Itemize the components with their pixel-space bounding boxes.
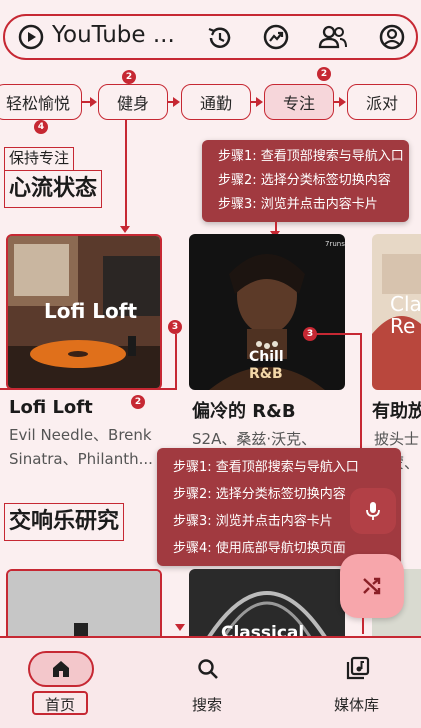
flow-connector [360, 333, 362, 448]
art-title: Cla [390, 292, 421, 316]
art-title: R&B [249, 366, 283, 382]
tooltip-step: 步骤1: 查看顶部搜索与导航入口 [173, 460, 359, 475]
step-badge: 2 [122, 70, 136, 84]
nav-divider [0, 636, 421, 638]
nav-home[interactable] [28, 651, 94, 687]
chip-workout[interactable]: 健身 [98, 84, 168, 120]
tooltip-step: 步骤3: 浏览并点击内容卡片 [218, 197, 378, 212]
album-art [8, 571, 160, 637]
playlist-card-classical-relax[interactable]: Cla Re [372, 234, 421, 390]
flow-arrowhead [175, 624, 185, 631]
playlist-card-row2[interactable] [6, 569, 162, 637]
flow-arrowhead [173, 97, 180, 107]
art-title: Lofi Loft [44, 299, 138, 323]
flow-arrowhead [90, 97, 97, 107]
art-title: Classical [221, 623, 305, 637]
tooltip-step: 步骤1: 查看顶部搜索与导航入口 [218, 149, 404, 164]
card-subtitle: S2A、桑兹·沃克、 [192, 430, 317, 448]
nav-library[interactable] [346, 656, 370, 684]
nav-label-library[interactable]: 媒体库 [334, 694, 379, 715]
flow-connector [0, 388, 176, 390]
flow-connector [125, 120, 127, 228]
search-icon [198, 659, 218, 679]
app-title: YouTube ... [52, 22, 175, 48]
flow-connector [175, 334, 177, 390]
chip-party[interactable]: 派对 [347, 84, 417, 120]
section-title: 心流状态 [4, 170, 103, 208]
step-badge: 3 [303, 327, 317, 341]
nav-search[interactable] [196, 657, 220, 685]
youtube-logo-icon[interactable] [17, 23, 45, 51]
step-badge: 2 [317, 67, 331, 81]
art-title: Chill [249, 349, 284, 365]
card-title: 有助放 [372, 401, 421, 422]
flow-connector [362, 618, 364, 634]
trending-icon[interactable] [262, 23, 290, 55]
step-badge: 3 [168, 320, 182, 334]
card-subtitle: Evil Needle、Brenk [9, 426, 152, 444]
chip-label: 轻松愉悦 [5, 94, 70, 113]
guide-tooltip: 步骤1: 查看顶部搜索与导航入口 步骤2: 选择分类标签切换内容 步骤3: 浏览… [202, 140, 409, 222]
chip-label: 派对 [365, 94, 398, 113]
chip-relaxed[interactable]: 轻松愉悦 [0, 84, 82, 120]
section-subtitle: 保持专注 [4, 147, 75, 171]
history-icon[interactable] [206, 24, 234, 56]
home-icon [53, 661, 69, 677]
playlist-card-classical[interactable]: Classical [189, 569, 345, 637]
flow-arrowhead [339, 97, 346, 107]
account-icon[interactable] [378, 23, 406, 55]
card-subtitle: 披头士 [374, 430, 420, 448]
playlist-card-lofi[interactable]: Lofi Loft [6, 234, 162, 390]
shuffle-button[interactable] [340, 554, 404, 618]
voice-search-button[interactable] [350, 488, 396, 534]
people-icon[interactable] [318, 23, 348, 55]
flow-arrowhead [256, 97, 263, 107]
step-badge: 2 [131, 395, 145, 409]
flow-arrowhead [120, 226, 130, 233]
art-title: Re [390, 314, 416, 338]
chip-commute[interactable]: 通勤 [181, 84, 251, 120]
nav-label-home[interactable]: 首页 [45, 694, 75, 715]
card-title: Lofi Loft [9, 397, 93, 418]
section-title: 交响乐研究 [4, 503, 125, 541]
mic-icon [366, 502, 380, 520]
playlist-card-chill-rnb[interactable]: 7runs Chill R&B [189, 234, 345, 390]
library-icon [346, 656, 370, 680]
card-title: 偏冷的 R&B [192, 401, 296, 422]
chip-focus[interactable]: 专注 [264, 84, 334, 120]
nav-label-search[interactable]: 搜索 [192, 694, 222, 715]
card-subtitle: Sinatra、Philanth... [9, 450, 153, 468]
chip-label: 专注 [282, 94, 315, 113]
step-badge: 4 [34, 120, 48, 134]
tooltip-step: 步骤2: 选择分类标签切换内容 [218, 173, 391, 188]
shuffle-icon [363, 577, 381, 595]
chip-label: 健身 [116, 94, 149, 113]
chip-label: 通勤 [199, 94, 232, 113]
flow-connector [316, 333, 362, 335]
corner-label: 7runs [325, 240, 345, 248]
